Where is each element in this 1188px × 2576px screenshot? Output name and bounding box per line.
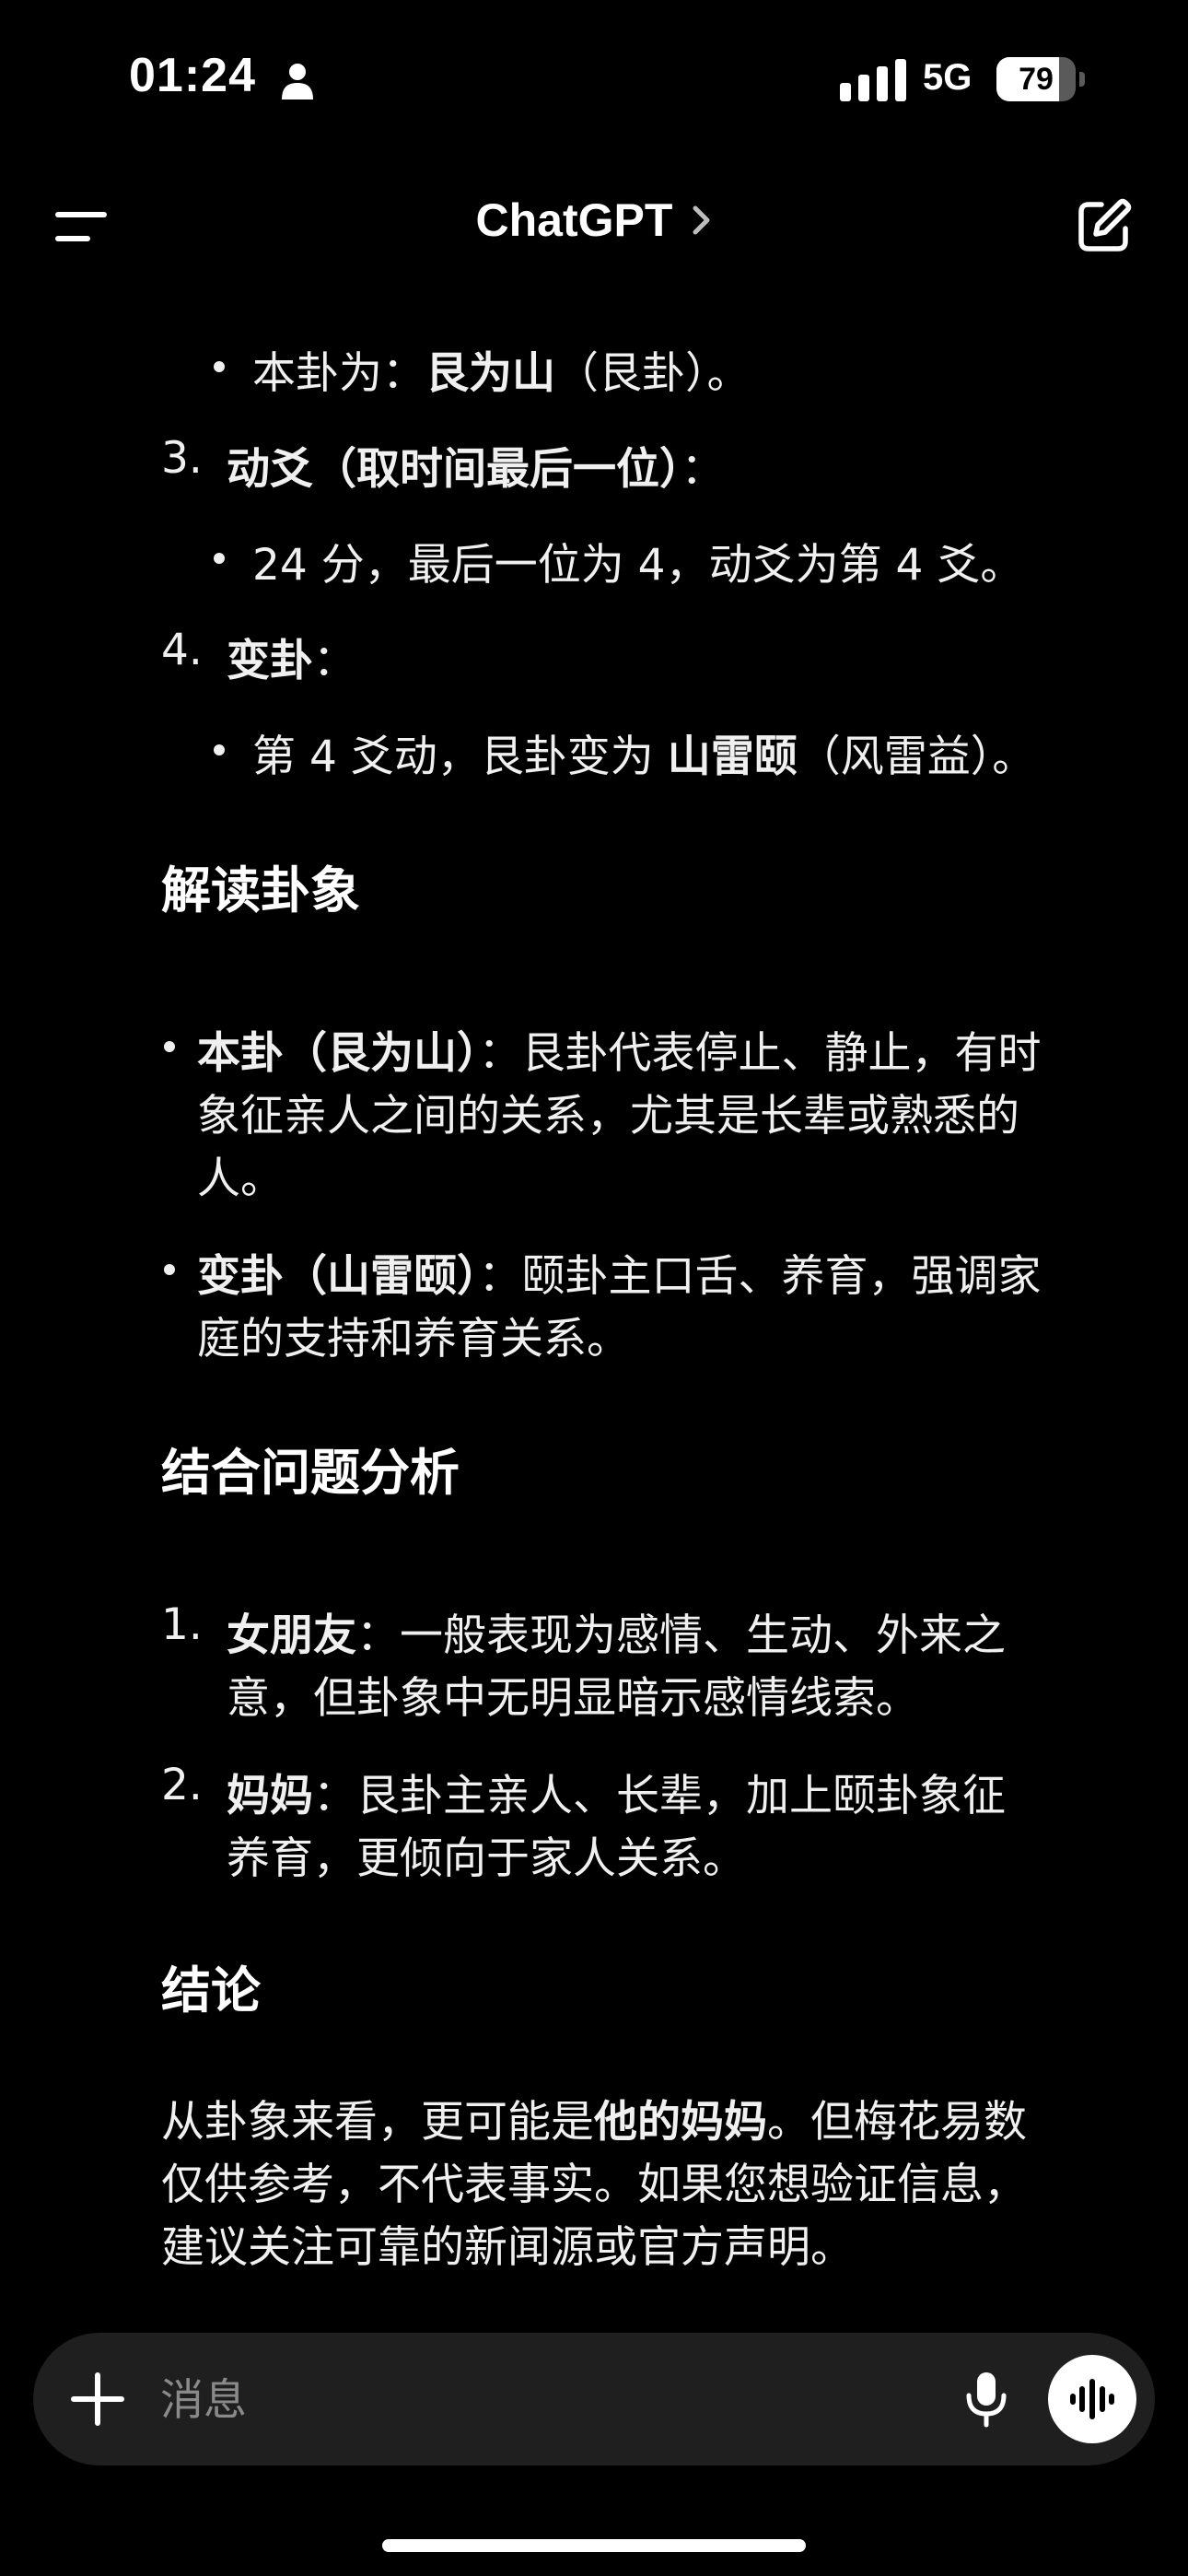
list-item-continuation: 庭的支持和养育关系。 (197, 1314, 630, 1364)
message-composer (33, 2333, 1155, 2465)
nav-title: ChatGPT (475, 194, 673, 246)
section-heading: 解读卦象 (161, 861, 360, 919)
status-time: 01:24 (129, 49, 256, 102)
paragraph-line: 从卦象来看，更可能是他的妈妈。但梅花易数 (161, 2097, 1027, 2148)
new-chat-icon[interactable] (1074, 197, 1133, 256)
list-item: 本卦（艮为山）：艮卦代表停止、静止，有时 (197, 1028, 1042, 1079)
list-item-continuation: 意，但卦象中无明显暗示感情线索。 (227, 1673, 919, 1724)
bullet-dot (164, 1264, 175, 1275)
chevron-right-icon (693, 205, 709, 235)
bullet-dot (214, 361, 225, 372)
list-item-continuation: 养育，更倾向于家人关系。 (227, 1833, 746, 1884)
model-selector[interactable]: ChatGPT (0, 193, 1188, 247)
status-bar: 01:24 5G 79 (0, 0, 1188, 166)
section-heading: 结合问题分析 (161, 1444, 460, 1502)
voice-mode-button[interactable] (1048, 2355, 1136, 2443)
battery-level: 79 (1019, 62, 1054, 97)
nav-bar: ChatGPT (0, 166, 1188, 286)
signal-icon (840, 59, 906, 101)
list-item: 变卦（山雷颐）：颐卦主口舌、养育，强调家 (197, 1251, 1042, 1302)
list-item: 变卦： (227, 636, 356, 686)
voice-waveform-icon (1070, 2379, 1114, 2419)
list-item: 动爻（取时间最后一位）： (227, 444, 725, 495)
paragraph-line: 仅供参考，不代表事实。如果您想验证信息， (161, 2160, 1027, 2210)
list-item: 本卦为：艮为山（艮卦）。 (252, 348, 751, 399)
person-icon (282, 64, 313, 100)
home-indicator[interactable] (382, 2539, 806, 2552)
list-item: 女朋友：一般表现为感情、生动、外来之 (227, 1610, 1006, 1661)
battery-icon: 79 (996, 57, 1085, 101)
microphone-icon[interactable] (963, 2370, 1009, 2429)
paragraph-line: 建议关注可靠的新闻源或官方声明。 (161, 2222, 854, 2273)
list-number: 2. (161, 1760, 203, 1810)
list-item: 第 4 爻动，艮卦变为 山雷颐（风雷益）。 (252, 732, 1036, 782)
list-item: 妈妈：艮卦主亲人、长辈，加上颐卦象征 (227, 1771, 1006, 1821)
list-item: 24 分，最后一位为 4，动爻为第 4 爻。 (252, 540, 1024, 591)
list-number: 3. (161, 433, 203, 484)
bullet-dot (214, 744, 225, 755)
list-item-continuation: 象征亲人之间的关系，尤其是长辈或熟悉的 (197, 1091, 1019, 1142)
list-item-continuation: 人。 (197, 1153, 284, 1204)
section-heading: 结论 (161, 1961, 261, 2020)
network-label: 5G (923, 57, 973, 98)
list-number: 4. (161, 625, 203, 675)
plus-icon[interactable] (70, 2371, 125, 2427)
bullet-dot (214, 553, 225, 564)
list-number: 1. (161, 1599, 203, 1650)
chat-content: 本卦为：艮为山（艮卦）。 3. 动爻（取时间最后一位）： 24 分，最后一位为 … (0, 0, 1188, 2576)
message-input[interactable] (158, 2366, 899, 2434)
bullet-dot (164, 1041, 175, 1052)
